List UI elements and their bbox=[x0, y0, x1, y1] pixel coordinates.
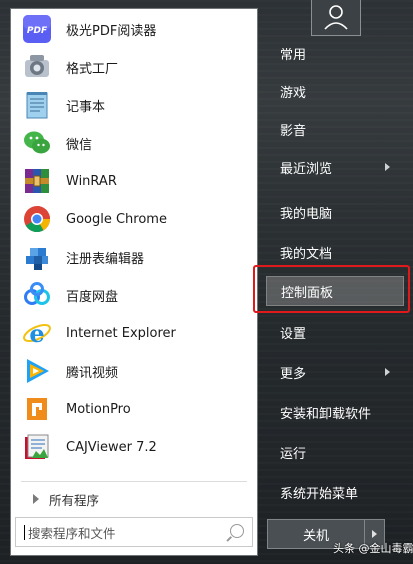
program-item-tencent-video[interactable]: 腾讯视频 bbox=[11, 352, 257, 390]
menu-item-label: 系统开始菜单 bbox=[280, 486, 359, 502]
menu-item-label: 运行 bbox=[280, 446, 307, 462]
menu-item-my-computer[interactable]: 我的电脑 bbox=[266, 197, 404, 227]
program-item-motionpro[interactable]: MotionPro bbox=[11, 390, 257, 428]
program-label: 腾讯视频 bbox=[66, 365, 119, 381]
format-factory-icon bbox=[22, 52, 52, 82]
search-input[interactable]: 搜索程序和文件 bbox=[15, 517, 253, 547]
menu-item-settings[interactable]: 设置 bbox=[266, 317, 404, 347]
user-icon bbox=[324, 5, 348, 30]
menu-item-recent[interactable]: 最近浏览 bbox=[266, 152, 404, 182]
program-label: 微信 bbox=[66, 137, 93, 153]
program-label: Internet Explorer bbox=[66, 325, 176, 341]
programs-pane: PDF 极光PDF阅读器 格式工厂 记事本 微信 WinRAR Google C… bbox=[10, 8, 258, 556]
program-item-jiguang-pdf[interactable]: PDF 极光PDF阅读器 bbox=[11, 10, 257, 48]
menu-item-label: 游戏 bbox=[280, 85, 307, 101]
program-item-format-factory[interactable]: 格式工厂 bbox=[11, 48, 257, 86]
baidu-netdisk-icon bbox=[22, 280, 52, 310]
menu-item-label: 最近浏览 bbox=[280, 161, 333, 177]
svg-text:e: e bbox=[29, 319, 44, 348]
tencent-video-icon bbox=[22, 356, 52, 386]
svg-text:PDF: PDF bbox=[27, 26, 48, 36]
triangle-right-icon bbox=[33, 494, 39, 504]
menu-item-label: 我的电脑 bbox=[280, 206, 333, 222]
program-item-chrome[interactable]: Google Chrome bbox=[11, 200, 257, 238]
menu-item-my-documents[interactable]: 我的文档 bbox=[266, 237, 404, 267]
menu-item-label: 我的文档 bbox=[280, 246, 333, 262]
program-item-notepad[interactable]: 记事本 bbox=[11, 86, 257, 124]
menu-item-install-uninstall[interactable]: 安装和卸载软件 bbox=[266, 397, 404, 427]
text-cursor bbox=[24, 524, 25, 540]
program-label: Google Chrome bbox=[66, 211, 167, 227]
program-label: 注册表编辑器 bbox=[66, 251, 145, 267]
menu-item-system-start-menu[interactable]: 系统开始菜单 bbox=[266, 477, 404, 507]
menu-item-media[interactable]: 影音 bbox=[266, 114, 404, 144]
motionpro-icon bbox=[22, 394, 52, 424]
chrome-icon bbox=[22, 204, 52, 234]
menu-item-run[interactable]: 运行 bbox=[266, 437, 404, 467]
program-label: 百度网盘 bbox=[66, 289, 119, 305]
program-item-regedit[interactable]: 注册表编辑器 bbox=[11, 238, 257, 276]
all-programs-label: 所有程序 bbox=[49, 492, 100, 508]
program-label: MotionPro bbox=[66, 401, 131, 417]
chevron-right-icon bbox=[385, 163, 390, 171]
program-item-wechat[interactable]: 微信 bbox=[11, 124, 257, 162]
menu-item-label: 安装和卸载软件 bbox=[280, 406, 372, 422]
menu-item-common[interactable]: 常用 bbox=[266, 38, 404, 68]
all-programs-button[interactable]: 所有程序 bbox=[11, 485, 257, 513]
divider bbox=[21, 481, 247, 482]
watermark: 头条 @金山毒霸 bbox=[333, 542, 413, 555]
program-item-internet-explorer[interactable]: e Internet Explorer bbox=[11, 314, 257, 352]
program-label: 记事本 bbox=[66, 99, 106, 115]
program-label: WinRAR bbox=[66, 173, 117, 189]
program-item-winrar[interactable]: WinRAR bbox=[11, 162, 257, 200]
program-label: 极光PDF阅读器 bbox=[66, 23, 157, 39]
menu-item-label: 更多 bbox=[280, 366, 307, 382]
program-item-baidu-netdisk[interactable]: 百度网盘 bbox=[11, 276, 257, 314]
search-placeholder: 搜索程序和文件 bbox=[28, 525, 116, 541]
wechat-icon bbox=[22, 128, 52, 158]
ie-icon: e bbox=[22, 318, 52, 348]
cajviewer-icon bbox=[22, 432, 52, 462]
menu-item-more[interactable]: 更多 bbox=[266, 357, 404, 387]
chevron-right-icon bbox=[385, 368, 390, 376]
user-avatar[interactable] bbox=[311, 0, 361, 36]
regedit-icon bbox=[22, 242, 52, 272]
menu-item-label: 常用 bbox=[280, 47, 307, 63]
menu-item-label: 影音 bbox=[280, 123, 307, 139]
highlight-annotation-box bbox=[253, 265, 410, 313]
winrar-icon bbox=[22, 166, 52, 196]
program-label: 格式工厂 bbox=[66, 61, 119, 77]
pdf-icon: PDF bbox=[22, 14, 52, 44]
menu-item-games[interactable]: 游戏 bbox=[266, 76, 404, 106]
program-label: CAJViewer 7.2 bbox=[66, 439, 157, 455]
notepad-icon bbox=[22, 90, 52, 120]
menu-item-label: 设置 bbox=[280, 326, 307, 342]
program-item-cajviewer[interactable]: CAJViewer 7.2 bbox=[11, 428, 257, 466]
search-icon[interactable] bbox=[230, 524, 244, 538]
